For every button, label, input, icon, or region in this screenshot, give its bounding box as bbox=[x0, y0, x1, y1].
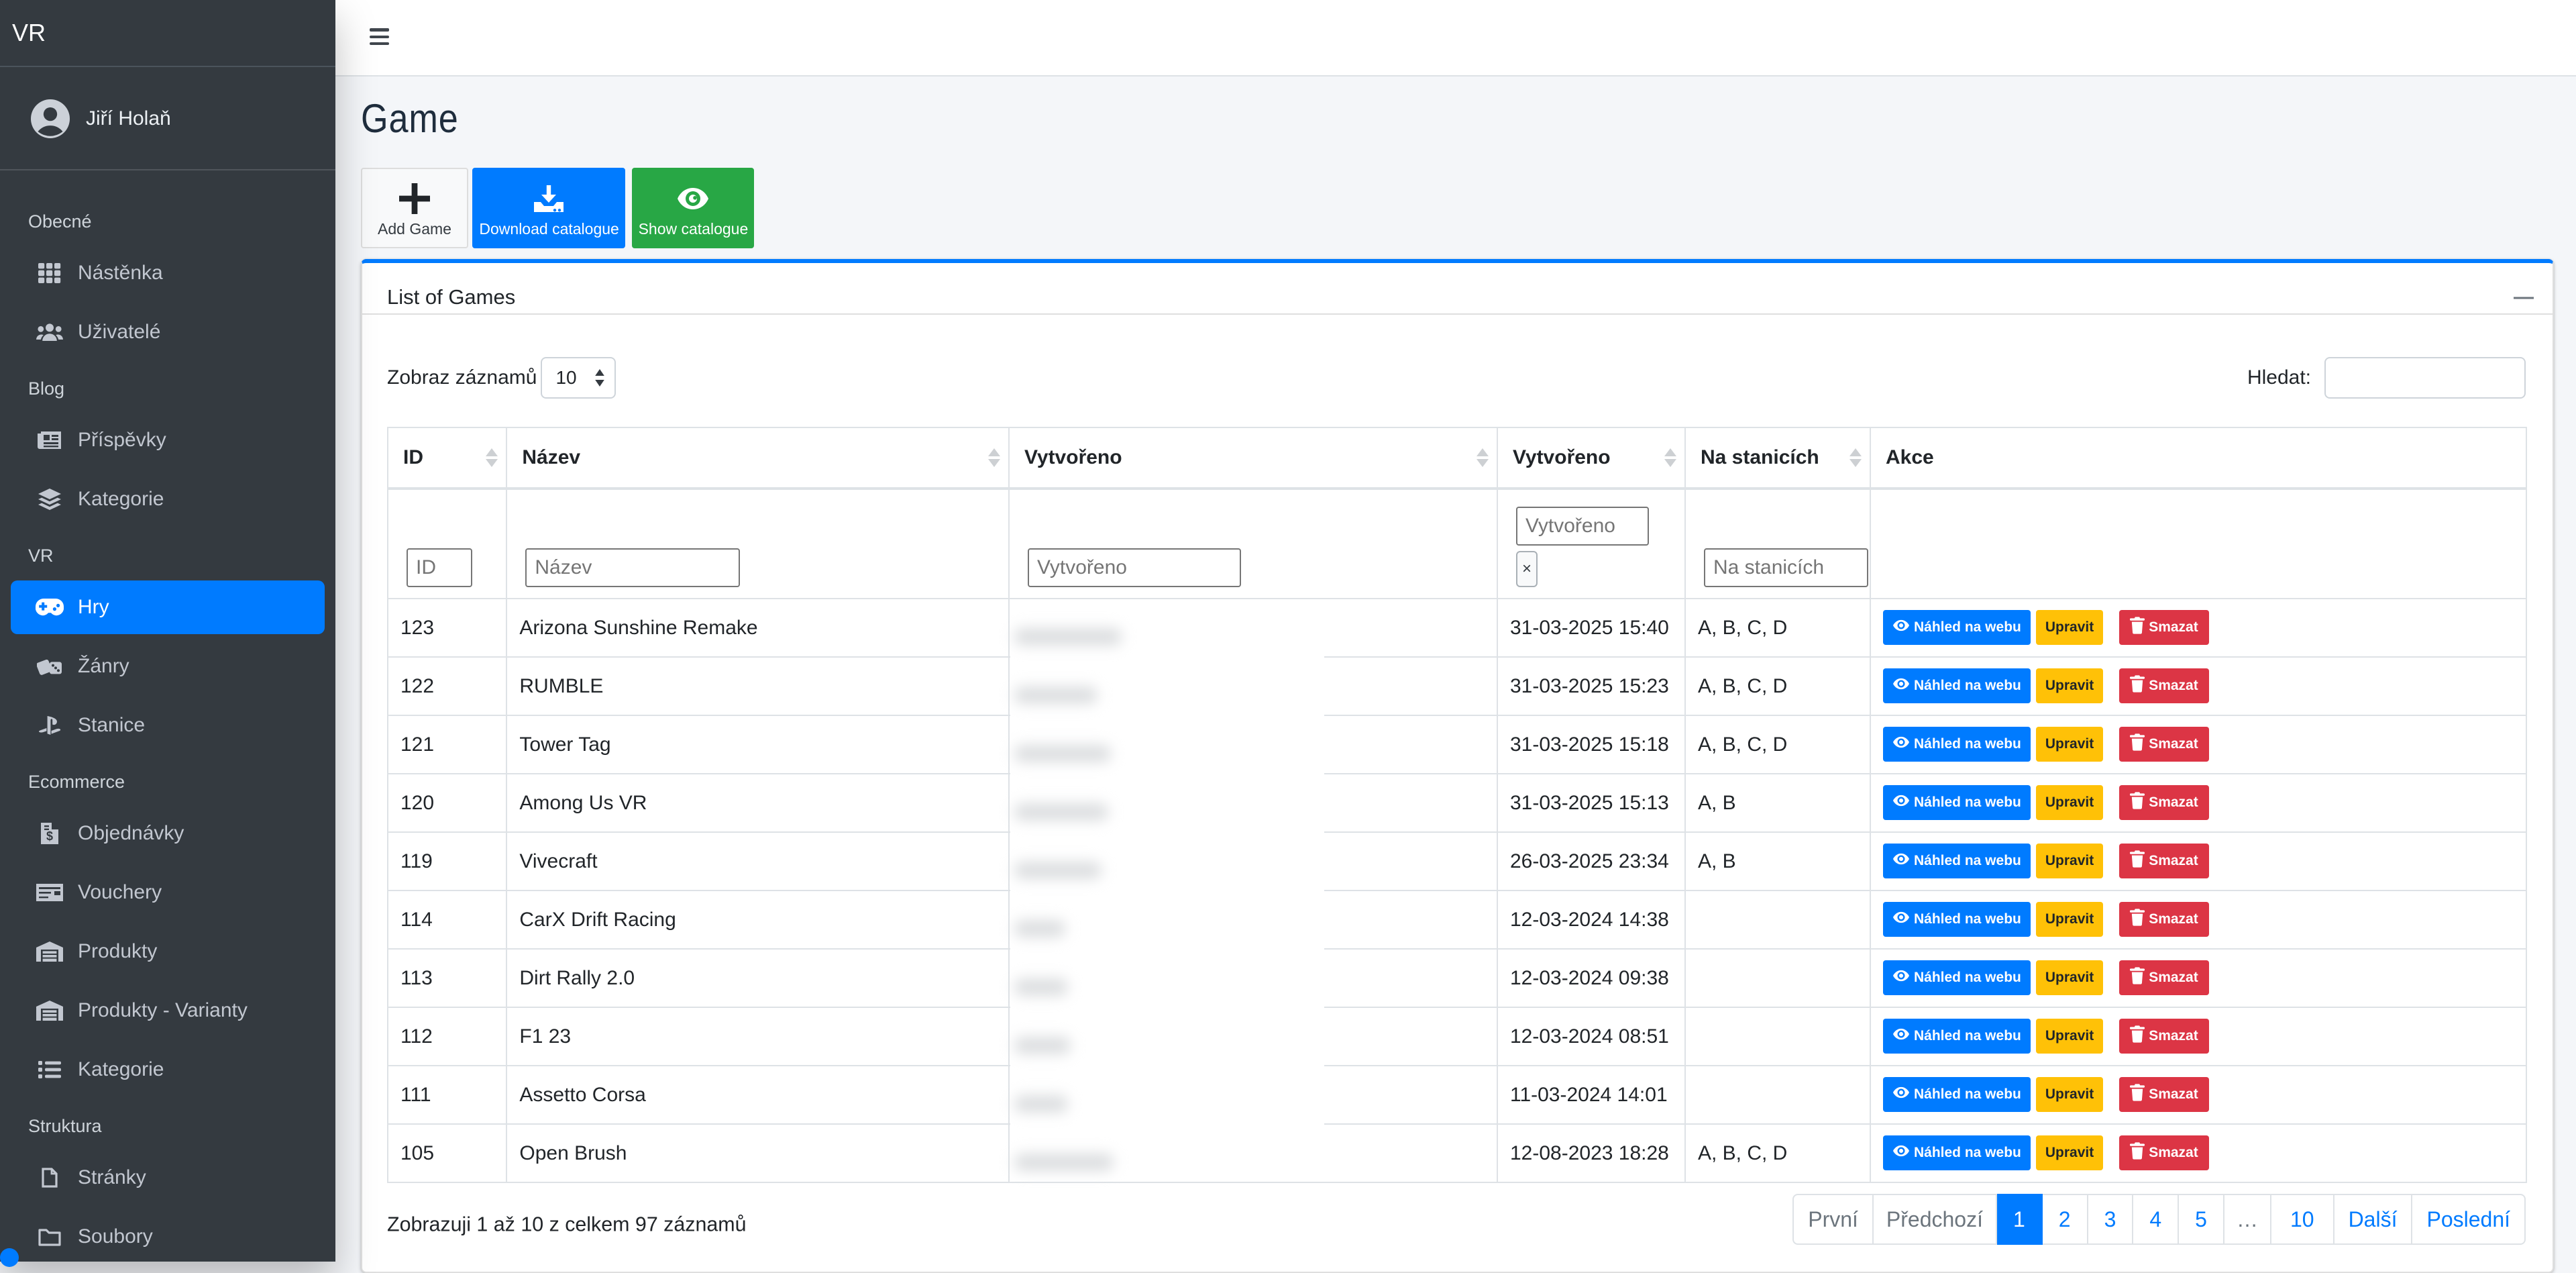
svg-text:$: $ bbox=[46, 829, 53, 843]
